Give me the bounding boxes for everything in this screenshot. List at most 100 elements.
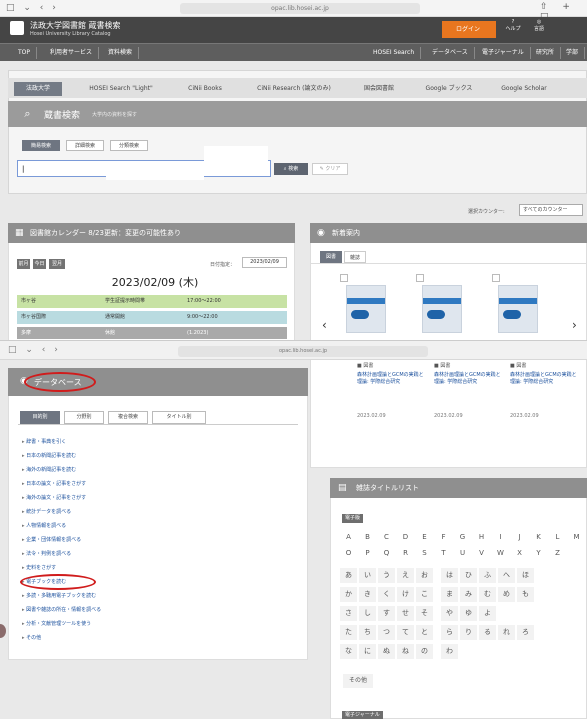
db-link[interactable]: 海外の新聞記事を読む [22,466,76,474]
db-link[interactable]: 統計データを調べる [22,508,71,516]
tab-simple-search[interactable]: 簡易検索 [22,140,60,151]
db-link[interactable]: 法令・判例を調べる [22,550,71,558]
kana-letter[interactable]: ぬ [378,644,395,659]
carousel-next-icon[interactable]: › [572,318,577,332]
db-link[interactable]: 海外の論文・記事をさがす [22,494,86,502]
book-cover[interactable] [422,285,462,333]
kana-letter[interactable]: め [498,587,515,602]
login-button[interactable]: ログイン [442,21,496,38]
kana-letter[interactable]: ゆ [460,606,477,621]
alphabet-letter[interactable]: V [473,546,490,561]
alphabet-letter[interactable]: S [416,546,433,561]
tab-magazines[interactable]: 雑誌 [344,251,366,263]
help-icon[interactable]: ? ヘルプ [502,19,524,32]
kana-letter[interactable]: れ [498,625,515,640]
kana-letter[interactable]: ら [441,625,458,640]
kana-letter[interactable]: す [378,606,395,621]
kana-letter[interactable]: え [397,568,414,583]
kana-letter[interactable]: ろ [517,625,534,640]
kana-letter[interactable]: い [359,568,376,583]
db-link[interactable]: 史料をさがす [22,564,56,572]
kana-letter[interactable]: し [359,606,376,621]
db-link[interactable]: 図書や雑誌の所在・情報を調べる [22,606,101,614]
kana-letter[interactable]: け [397,587,414,602]
calendar-next-button[interactable]: 翌月 [49,259,65,269]
kana-letter[interactable]: お [416,568,433,583]
kana-letter[interactable]: の [416,644,433,659]
kana-letter[interactable]: ひ [460,568,477,583]
tab-combined-search[interactable]: 複合検索 [108,411,148,424]
address-bar[interactable]: opac.lib.hosei.ac.jp [180,3,420,14]
nav-institute[interactable]: 研究所 [530,47,562,59]
alphabet-letter[interactable]: H [473,530,490,545]
kana-letter[interactable]: よ [479,606,496,621]
tab-advanced-search[interactable]: 詳細検索 [66,140,104,151]
overlay-address-bar[interactable]: opac.lib.hosei.ac.jp [178,346,428,357]
book-cover[interactable] [498,285,538,333]
alphabet-letter[interactable]: R [397,546,414,561]
db-link[interactable]: 企業・団体情報を調べる [22,536,81,544]
kana-letter[interactable]: ね [397,644,414,659]
tab-by-purpose[interactable]: 目的別 [20,411,60,424]
tab-ndl[interactable]: 国会図書館 [348,82,410,96]
tab-google-scholar[interactable]: Google Scholar [488,82,560,96]
tab-hosei[interactable]: 法政大学 [14,82,62,96]
tab-cinii-books[interactable]: CiNii Books [170,82,240,96]
tab-books[interactable]: 図書 [320,251,342,263]
calendar-prev-button[interactable]: 前月 [17,259,30,269]
kana-letter[interactable]: や [441,606,458,621]
clear-button[interactable]: ✎ クリア [312,163,348,175]
tab-hosei-search-light[interactable]: HOSEI Search "Light" [78,82,164,96]
tab-by-field[interactable]: 分野別 [64,411,104,424]
date-specify-input[interactable]: 2023/02/09 [242,257,287,268]
alphabet-letter[interactable]: J [511,530,528,545]
alphabet-letter[interactable]: C [378,530,395,545]
alphabet-letter[interactable]: M [568,530,585,545]
kana-letter[interactable]: と [416,625,433,640]
tab-cinii-research[interactable]: CiNii Research (論文のみ) [246,82,342,96]
alphabet-letter[interactable]: Z [549,546,566,561]
kana-letter[interactable]: た [340,625,357,640]
alphabet-letter[interactable]: I [492,530,509,545]
kana-letter[interactable]: か [340,587,357,602]
kana-letter[interactable]: も [517,587,534,602]
kana-letter[interactable]: む [479,587,496,602]
counter-select[interactable]: すべてのカウンター [519,204,583,216]
kana-letter[interactable]: み [460,587,477,602]
kana-letter[interactable]: つ [378,625,395,640]
alphabet-letter[interactable]: X [511,546,528,561]
alphabet-letter[interactable]: B [359,530,376,545]
book-checkbox[interactable] [340,274,348,282]
alphabet-letter[interactable]: P [359,546,376,561]
alphabet-letter[interactable]: U [454,546,471,561]
kana-letter[interactable]: へ [498,568,515,583]
db-link[interactable]: 辞書・事典を引く [22,438,66,446]
nav-ejournal[interactable]: 電子ジャーナル [476,47,531,59]
kana-letter[interactable]: り [460,625,477,640]
kana-letter[interactable]: き [359,587,376,602]
kana-letter[interactable]: く [378,587,395,602]
db-link[interactable]: 日本の論文・記事をさがす [22,480,86,488]
alphabet-letter[interactable]: D [397,530,414,545]
book-checkbox[interactable] [492,274,500,282]
nav-database[interactable]: データベース [426,47,475,59]
kana-letter[interactable]: て [397,625,414,640]
book-title-link[interactable]: 森林計画理論とGCMの実践と理論: 学際総合研究 [357,372,425,386]
kana-letter[interactable]: ふ [479,568,496,583]
kana-letter[interactable]: そ [416,606,433,621]
language-icon[interactable]: ◎ 言語 [528,19,550,32]
calendar-today-button[interactable]: 今日 [33,259,46,269]
other-link[interactable]: その他 [343,674,373,688]
alphabet-letter[interactable]: T [435,546,452,561]
site-title[interactable]: 法政大学図書館 蔵書検索 [30,20,121,31]
kana-letter[interactable]: せ [397,606,414,621]
nav-material-search[interactable]: 資料検索 [102,47,140,59]
nav-user-services[interactable]: 利用者サービス [44,47,100,59]
kana-letter[interactable]: こ [416,587,433,602]
alphabet-letter[interactable]: O [340,546,357,561]
nav-hosei-search[interactable]: HOSEI Search [367,47,422,59]
browser-nav-controls[interactable]: □ ⌄ ‹ › [6,3,59,13]
kana-letter[interactable]: ま [441,587,458,602]
db-link[interactable]: 多読・多聴用電子ブックを読む [22,592,96,600]
search-button[interactable]: ⌕ 検索 [274,163,308,175]
